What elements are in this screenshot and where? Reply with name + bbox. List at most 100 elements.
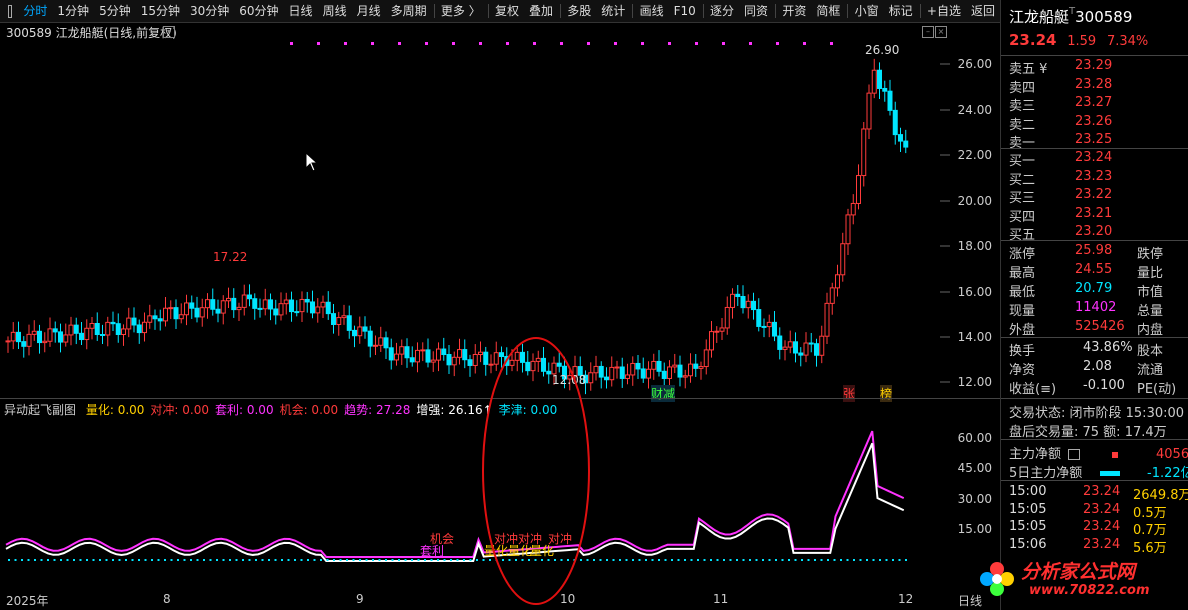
stat-row-label: 最高	[1009, 266, 1036, 281]
baseline-dot	[801, 559, 803, 561]
baseline-dot	[625, 559, 628, 561]
quote-panel: 江龙船艇T300589 23.24 1.59 7.34% 卖五 ¥ 23.29 卖四…	[1000, 0, 1188, 610]
signal-dot	[641, 42, 644, 45]
baseline-dot	[333, 559, 335, 561]
candle-body	[199, 307, 205, 318]
toolbar-item[interactable]: 5分钟	[94, 0, 136, 22]
toolbar-item[interactable]: F10	[669, 0, 701, 22]
candle-body	[399, 346, 405, 355]
baseline-dot	[47, 559, 49, 561]
baseline-dot	[352, 559, 355, 561]
candle-body	[325, 301, 331, 315]
candle-body	[619, 366, 625, 379]
indicator-tick: 15.00	[957, 522, 992, 536]
toolbar-item[interactable]: 返回	[966, 0, 1000, 22]
bid-row-label: 买三	[1009, 191, 1036, 206]
candle-body	[283, 299, 289, 305]
toolbar-item[interactable]: 分时	[18, 0, 52, 22]
toolbar-item[interactable]: 更多 〉	[436, 0, 486, 22]
sidebar-toggle-icon[interactable]	[8, 4, 13, 18]
stat-row: 最高 24.55 量比	[1009, 262, 1163, 281]
candle-body	[257, 307, 263, 310]
baseline-dot	[105, 559, 108, 561]
signal-dot	[695, 42, 698, 45]
candle-body	[766, 321, 772, 328]
toolbar-item[interactable]: 60分钟	[234, 0, 283, 22]
toolbar-item[interactable]: 周线	[318, 0, 352, 22]
candle-body	[52, 328, 58, 333]
baseline-dot	[417, 559, 420, 561]
candle-body	[903, 140, 909, 148]
candle-body	[829, 287, 835, 304]
baseline-dot	[359, 559, 361, 561]
toolbar-item[interactable]: 画线	[635, 0, 669, 22]
cyan-marker	[1100, 471, 1121, 476]
baseline-dot	[723, 559, 725, 561]
indicator-chart[interactable]	[0, 416, 950, 590]
baseline-dot	[762, 559, 764, 561]
high-label: 26.90	[865, 43, 900, 57]
toolbar-item[interactable]: 简框	[811, 0, 845, 22]
signal-dot	[398, 42, 401, 45]
toolbar-item[interactable]: 统计	[596, 0, 630, 22]
candle-body	[703, 349, 709, 368]
candle-body	[367, 330, 373, 347]
baseline-dot	[365, 559, 368, 561]
candle-body	[814, 343, 819, 356]
toolbar-item[interactable]: +自选	[922, 0, 966, 22]
toolbar-item[interactable]: 同资	[739, 0, 773, 22]
peak-label: 17.22	[213, 250, 248, 264]
toolbar-item[interactable]: 小窗	[850, 0, 884, 22]
stat-row-value: 525426	[1075, 319, 1125, 334]
candle-body	[278, 303, 284, 316]
candle-body	[73, 324, 79, 334]
price-chart[interactable]	[0, 22, 950, 398]
candle-body	[294, 311, 300, 314]
toolbar-item[interactable]: 日线	[284, 0, 318, 22]
price-tick: 20.00	[957, 194, 992, 208]
candle-body	[777, 335, 783, 350]
baseline-dot	[8, 559, 10, 561]
list-icon[interactable]	[1068, 449, 1081, 460]
candle-body	[378, 337, 384, 346]
toolbar-item[interactable]: 15分钟	[136, 0, 185, 22]
baseline-dot	[372, 559, 374, 561]
toolbar-item[interactable]: 复权	[490, 0, 524, 22]
candle-body	[472, 353, 478, 366]
candle-body	[115, 323, 121, 335]
toolbar-item[interactable]: 多周期	[386, 0, 432, 22]
candle-body	[26, 333, 32, 347]
divider	[1001, 148, 1188, 149]
candle-body	[315, 306, 321, 314]
baseline-dot	[404, 559, 407, 561]
candle-body	[840, 243, 846, 276]
stat2-row-value: 43.86%	[1083, 340, 1133, 355]
toolbar-item[interactable]: 1分钟	[52, 0, 94, 22]
toolbar-item[interactable]: 叠加	[524, 0, 558, 22]
signal-dot	[722, 42, 725, 45]
candle-body	[121, 328, 126, 335]
tick-cell: 23.24	[1083, 536, 1121, 552]
stat-row-value: 20.79	[1075, 281, 1113, 296]
toolbar-item[interactable]: 30分钟	[185, 0, 234, 22]
toolbar-item[interactable]: 开资	[777, 0, 811, 22]
stat2-right-label: PE(动)	[1137, 382, 1177, 397]
toolbar-item[interactable]: 标记	[884, 0, 918, 22]
baseline-dot	[281, 559, 283, 561]
candle-body	[226, 297, 231, 302]
baseline-dot	[424, 559, 426, 561]
baseline-dot	[391, 559, 394, 561]
main-net-value: 4056万	[1156, 447, 1188, 462]
candle-body	[126, 317, 132, 330]
zhang-tag: 张	[843, 385, 856, 402]
toolbar-item[interactable]: 逐分	[705, 0, 739, 22]
divider	[1001, 240, 1188, 241]
candle-body	[682, 375, 688, 378]
baseline-dot	[833, 559, 836, 561]
toolbar-item[interactable]: 月线	[352, 0, 386, 22]
tick-cell: 23.24	[1083, 484, 1121, 499]
baseline-dot	[229, 559, 231, 561]
toolbar-item[interactable]: 多股	[562, 0, 596, 22]
baseline-dot	[248, 559, 251, 561]
bid-row-label: 买一	[1009, 154, 1036, 169]
